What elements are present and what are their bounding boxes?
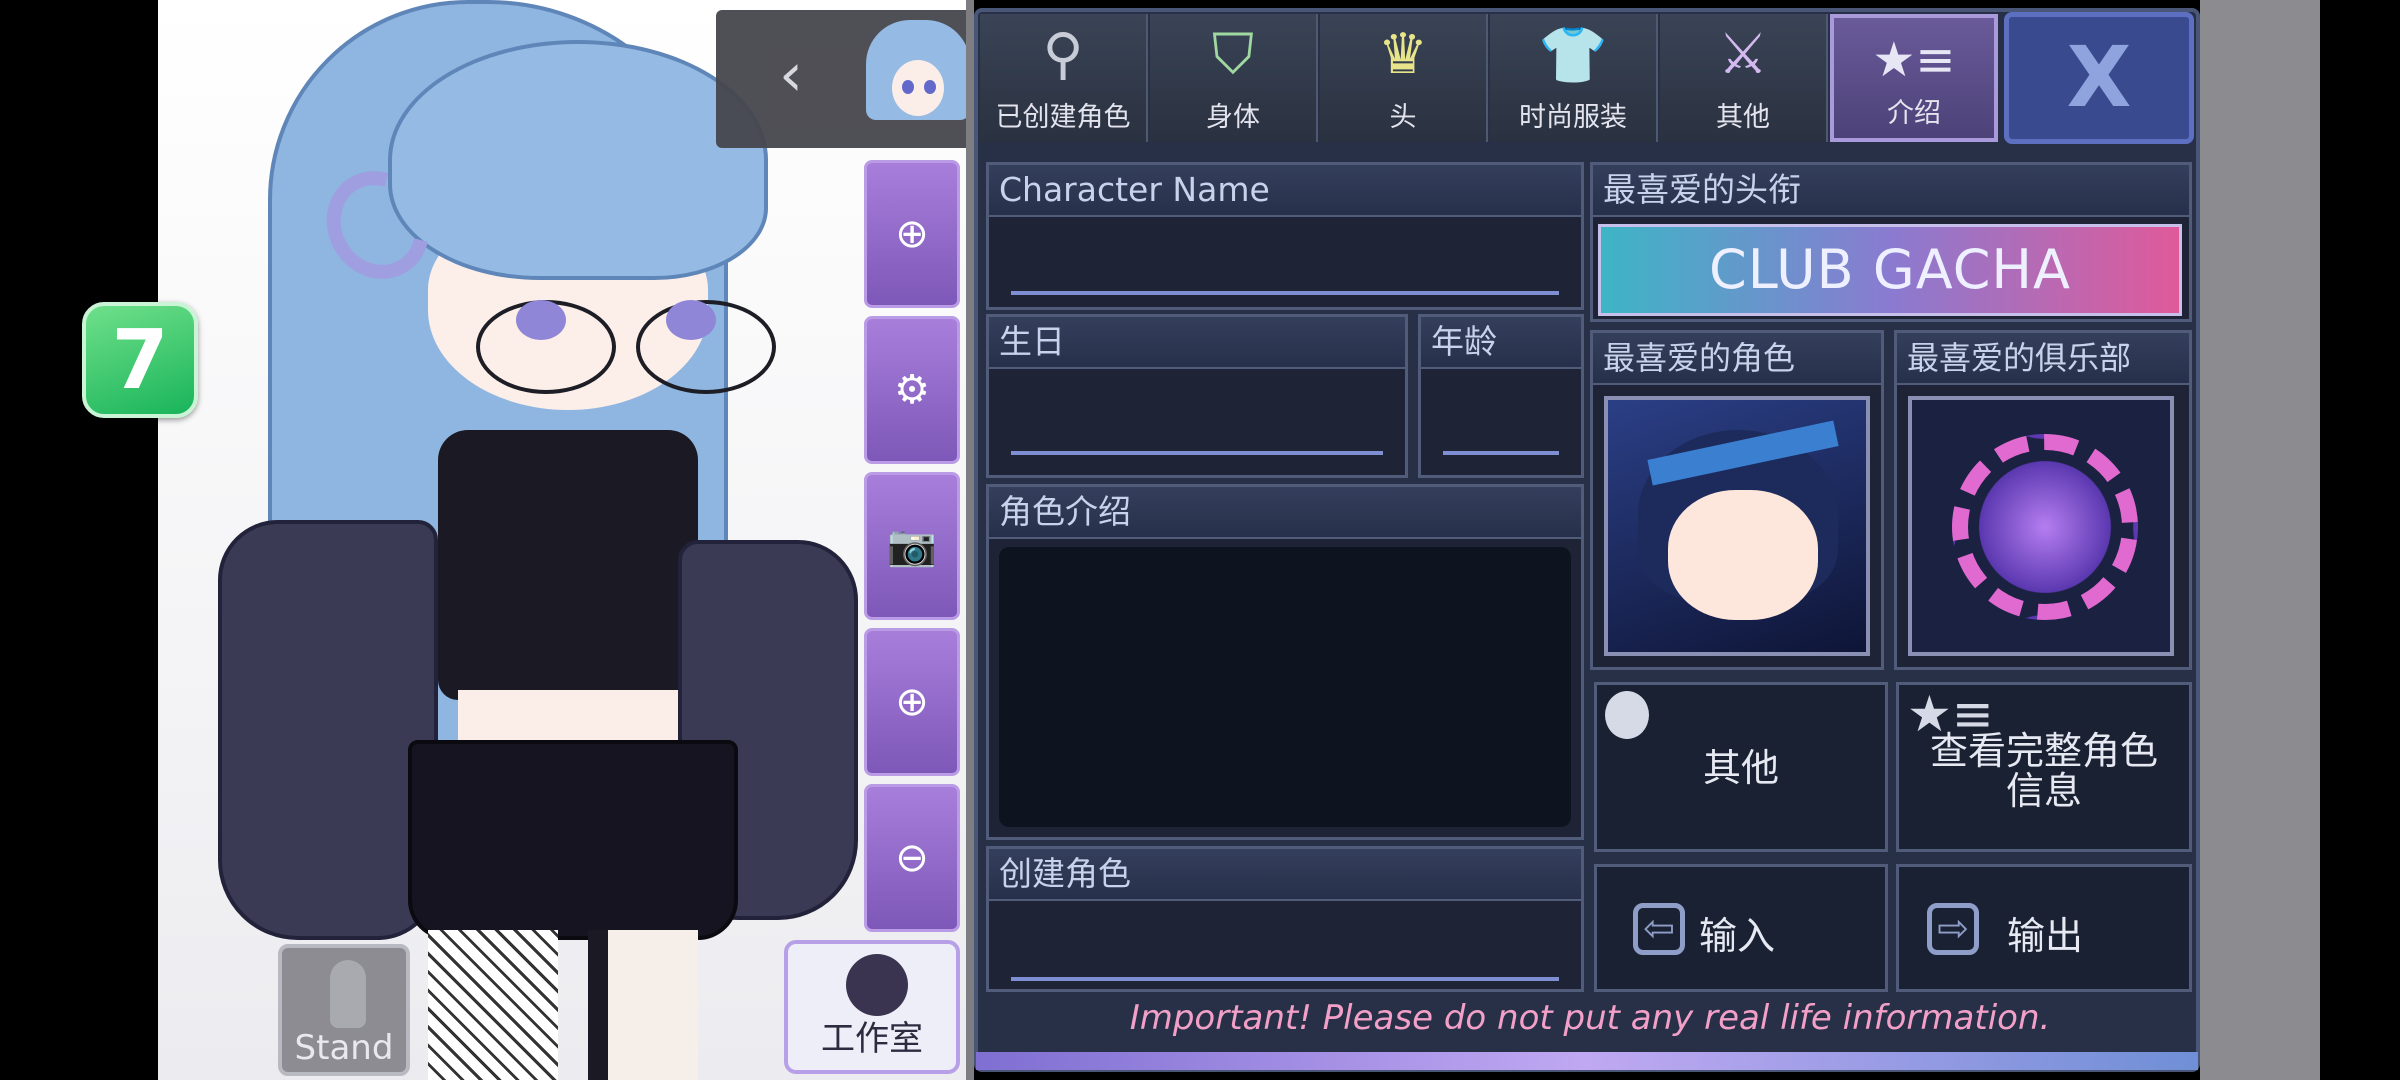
privacy-warning: Important! Please do not put any real li… [1129, 998, 2051, 1038]
stand-figure-icon [330, 960, 366, 1028]
selected-character-avatar[interactable] [866, 20, 966, 120]
favorite-character-portrait[interactable] [1604, 396, 1870, 656]
favorite-character-label: 最喜爱的角色 [1593, 333, 1881, 385]
tab-label: 头 [1389, 102, 1417, 133]
tab-label: 介绍 [1887, 98, 1941, 129]
character-intro-field[interactable]: 角色介绍 [986, 484, 1584, 840]
club-ring [1952, 434, 2138, 620]
add-button[interactable]: ⊕ [864, 160, 960, 308]
person-icon: ⚲ [1042, 22, 1084, 87]
eye-left [516, 300, 566, 340]
divider [966, 0, 974, 1080]
age-field[interactable]: 年龄 [1418, 314, 1584, 478]
underline [1011, 977, 1559, 981]
favorite-title-banner[interactable]: CLUB GACHA [1598, 224, 2182, 316]
export-label: 输出 [2007, 914, 2084, 958]
zoom-out-icon: ⊖ [895, 835, 929, 881]
settings-button[interactable]: ⚙ [864, 316, 960, 464]
avatar-eye-right [924, 80, 936, 94]
import-icon: ⇦ [1633, 903, 1685, 955]
app-badge-icon[interactable]: 7 [82, 302, 198, 418]
tab-label: 其他 [1716, 102, 1770, 133]
studio-label: 工作室 [821, 1019, 923, 1059]
film-reel-icon [846, 954, 908, 1016]
character-intro-label: 角色介绍 [989, 487, 1581, 539]
favorite-title-label: 最喜爱的头衔 [1593, 165, 2189, 217]
apple-icon [1605, 691, 1649, 739]
import-button[interactable]: ⇦ 输入 [1594, 864, 1888, 992]
star-list-icon: ★≡ [1872, 32, 1956, 88]
tab-label: 时尚服装 [1519, 102, 1627, 133]
import-label: 输入 [1699, 914, 1776, 958]
tab-intro[interactable]: ★≡ 介绍 [1830, 14, 1998, 142]
export-button[interactable]: ⇨ 输出 [1896, 864, 2192, 992]
character-intro-value [999, 547, 1571, 571]
birthday-label: 生日 [989, 317, 1405, 369]
character-name-label: Character Name [989, 165, 1581, 217]
tab-label: 身体 [1206, 102, 1260, 133]
other-button[interactable]: 其他 [1594, 682, 1888, 852]
character-bangs [388, 40, 768, 280]
view-full-info-label: 查看完整角色 信息 [1929, 729, 2158, 813]
camera-button[interactable]: 📷 [864, 472, 960, 620]
other-label: 其他 [1703, 746, 1780, 790]
panel-bottom-bar [976, 1052, 2198, 1070]
favorite-club-label: 最喜爱的俱乐部 [1897, 333, 2189, 385]
app-screen: ‹ › ⊕ ⚙ 📷 ⊕ ⊖ Stand 工作室 7 ⚲ 已创建角色 [0, 0, 2400, 1080]
character-top [438, 430, 698, 700]
zoom-out-button[interactable]: ⊖ [864, 784, 960, 932]
avatar-eye-left [902, 80, 914, 94]
age-label: 年龄 [1421, 317, 1581, 369]
creator-field[interactable]: 创建角色 [986, 846, 1584, 992]
jacket-icon: ⛉ [1212, 22, 1254, 87]
character-stage: ‹ › ⊕ ⚙ 📷 ⊕ ⊖ Stand 工作室 [158, 0, 966, 1080]
avatar-face [892, 60, 944, 116]
studio-button[interactable]: 工作室 [784, 940, 960, 1074]
tab-created-characters[interactable]: ⚲ 已创建角色 [980, 14, 1148, 142]
character-jacket-left [218, 520, 438, 940]
character-skirt [408, 740, 738, 940]
side-strip [2200, 0, 2320, 1080]
character-name-field[interactable]: Character Name [986, 162, 1584, 310]
creator-label: 创建角色 [989, 849, 1581, 901]
favorite-club-emblem[interactable] [1908, 396, 2174, 656]
tab-fashion[interactable]: 👕 时尚服装 [1490, 14, 1658, 142]
chevron-left-icon[interactable]: ‹ [756, 40, 826, 110]
settings-icon: ⚙ [894, 367, 930, 413]
underline [1443, 451, 1559, 455]
add-icon: ⊕ [895, 211, 929, 257]
tab-head[interactable]: ♛ 头 [1320, 14, 1488, 142]
sword-cat-icon: ⚔ [1717, 22, 1769, 87]
character-leg-right [588, 930, 698, 1080]
hair-icon: ♛ [1377, 22, 1429, 87]
portrait-face [1668, 490, 1818, 620]
camera-icon: 📷 [887, 523, 937, 569]
stand-label: Stand [294, 1028, 394, 1068]
zoom-in-button[interactable]: ⊕ [864, 628, 960, 776]
tab-label: 已创建角色 [995, 102, 1131, 133]
character-leg [428, 930, 558, 1080]
view-full-info-button[interactable]: ★≡ 查看完整角色 信息 [1896, 682, 2192, 852]
stand-button[interactable]: Stand [278, 944, 410, 1076]
birthday-field[interactable]: 生日 [986, 314, 1408, 478]
export-icon: ⇨ [1927, 903, 1979, 955]
underline [1011, 451, 1383, 455]
tab-body[interactable]: ⛉ 身体 [1150, 14, 1318, 142]
shirt-icon: 👕 [1538, 23, 1608, 88]
zoom-in-icon: ⊕ [895, 679, 929, 725]
underline [1011, 291, 1559, 295]
character-intro-textarea[interactable] [999, 547, 1571, 827]
favorite-title-value: CLUB GACHA [1709, 238, 2071, 301]
character-selector: ‹ › [716, 10, 966, 148]
tab-other[interactable]: ⚔ 其他 [1660, 14, 1828, 142]
close-button[interactable]: X [2004, 12, 2194, 144]
eye-right [666, 300, 716, 340]
